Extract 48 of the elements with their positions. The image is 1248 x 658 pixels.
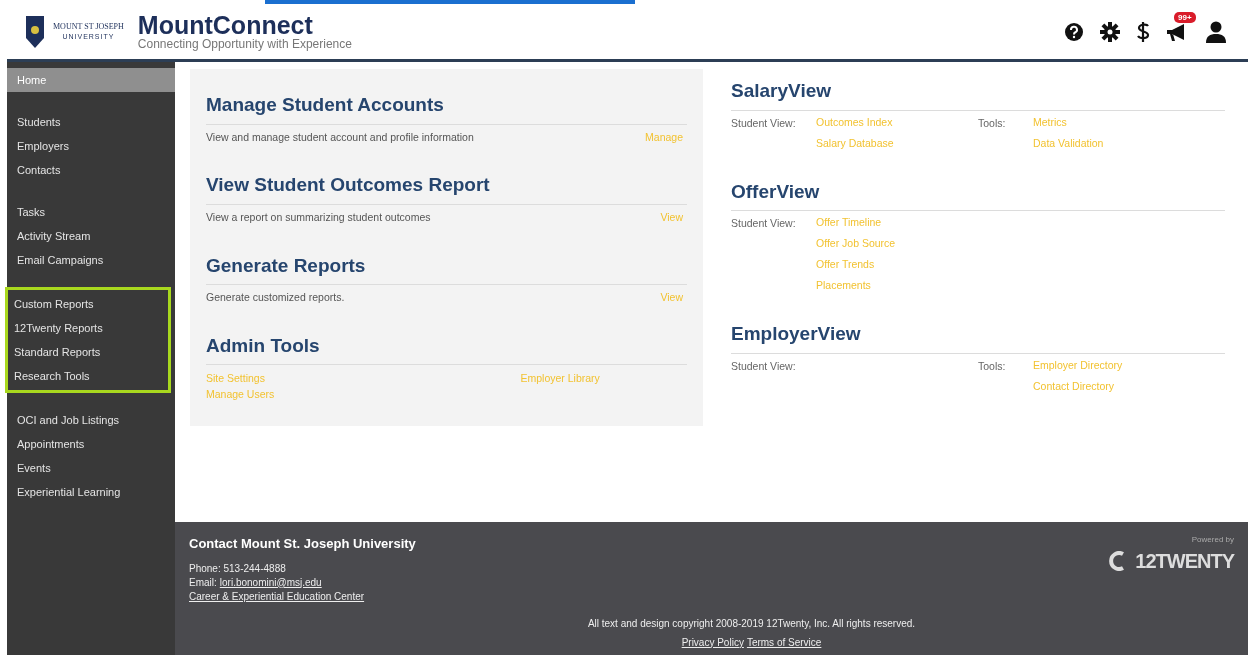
sidebar-item[interactable]: Standard Reports [8, 340, 168, 364]
section-heading: View Student Outcomes Report [206, 161, 687, 205]
field-label: Tools: [978, 358, 1007, 374]
copyright-text: All text and design copyright 2008-2019 12Twenty, Inc. All rights reserved. [587, 616, 916, 631]
settings-icon[interactable] [1100, 21, 1120, 42]
terms-link[interactable]: Terms of Service [746, 634, 822, 650]
sidebar-item[interactable]: Tasks [7, 200, 175, 224]
email-label: Email: [189, 575, 217, 590]
section-heading: SalaryView [731, 77, 1225, 111]
shield-logo-icon [25, 14, 45, 49]
user-icon[interactable] [1206, 20, 1226, 43]
sidebar-item[interactable]: Research Tools [8, 364, 168, 388]
sidebar-item[interactable]: Activity Stream [7, 224, 175, 248]
sidebar-item[interactable]: OCI and Job Listings [7, 408, 175, 432]
field-label: Tools: [978, 115, 1007, 131]
dollar-icon[interactable] [1136, 20, 1150, 43]
tagline: Connecting Opportunity with Experience [137, 38, 352, 50]
section-heading: Manage Student Accounts [206, 81, 687, 125]
section-heading: Admin Tools [206, 321, 687, 366]
section-description: View a report on summarizing student outcomes [206, 209, 431, 225]
email-link[interactable]: lori.bonomini@msj.edu [219, 575, 322, 590]
privacy-link[interactable]: Privacy Policy [681, 634, 744, 650]
powered-by-text: Powered by [1191, 534, 1234, 546]
section-description: View and manage student account and profile information [206, 129, 474, 145]
help-icon[interactable] [1064, 21, 1084, 42]
field-label: Student View: [731, 115, 797, 131]
sidebar-item[interactable]: Employers [7, 134, 175, 158]
sidebar-item[interactable]: Events [7, 456, 175, 480]
app-title: MountConnect [137, 13, 314, 38]
section-heading: EmployerView [731, 320, 1225, 354]
section-description: Generate customized reports. [206, 290, 345, 305]
sidebar-item[interactable]: Email Campaigns [7, 248, 175, 272]
sidebar-item[interactable]: 12Twenty Reports [8, 316, 168, 340]
phone-number: Phone: 513-244-4888 [189, 561, 286, 576]
field-label: Student View: [731, 216, 797, 231]
logo-text: MOUNT ST JOSEPH [53, 23, 124, 31]
notification-badge: 99+ [1174, 11, 1196, 23]
field-label: Student View: [731, 358, 797, 374]
sidebar-item[interactable]: Appointments [7, 432, 175, 456]
sidebar-item[interactable]: Custom Reports [8, 292, 168, 316]
sidebar-item[interactable]: Experiential Learning [7, 480, 175, 504]
brand-name: 12TWENTY [1135, 549, 1234, 574]
sidebar-item[interactable]: Contacts [7, 158, 175, 182]
section-heading: OfferView [731, 177, 1225, 211]
sidebar-item[interactable]: Students [7, 110, 175, 134]
office-link[interactable]: Career & Experiential Education Center [189, 589, 365, 604]
footer-heading: Contact Mount St. Joseph University [189, 535, 416, 553]
section-heading: Generate Reports [206, 241, 687, 285]
